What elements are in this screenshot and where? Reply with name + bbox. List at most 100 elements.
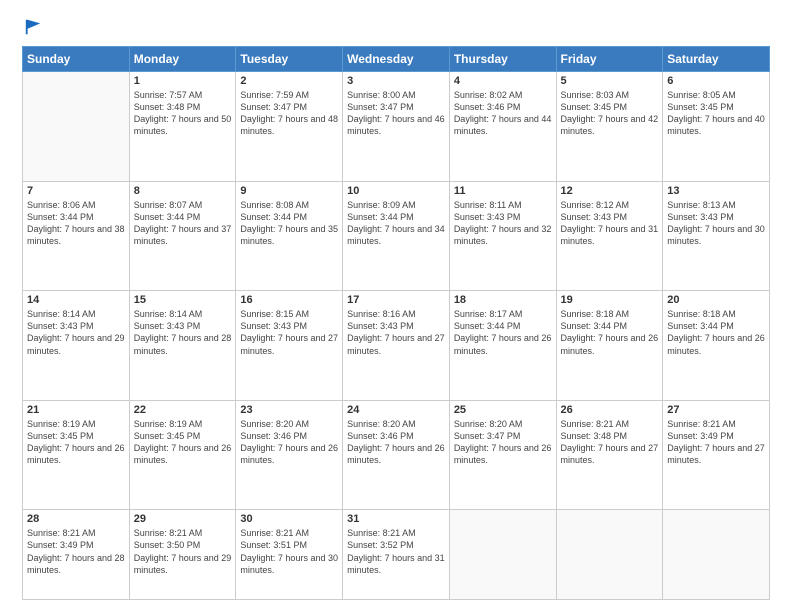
cell-day-number: 30 [240,513,338,525]
cell-sun-info: Sunrise: 8:19 AM Sunset: 3:45 PM Dayligh… [27,418,125,467]
cell-day-number: 14 [27,294,125,306]
cell-sun-info: Sunrise: 8:03 AM Sunset: 3:45 PM Dayligh… [561,89,659,138]
calendar-week-row: 1 Sunrise: 7:57 AM Sunset: 3:48 PM Daylig… [23,72,770,182]
calendar-cell: 16Sunrise: 8:15 AM Sunset: 3:43 PM Dayli… [236,291,343,401]
cell-day-number: 1 [134,75,232,87]
cell-day-number: 3 [347,75,445,87]
calendar-header-monday: Monday [129,47,236,72]
cell-sun-info: Sunrise: 8:14 AM Sunset: 3:43 PM Dayligh… [27,308,125,357]
page: SundayMondayTuesdayWednesdayThursdayFrid… [0,0,792,612]
calendar-week-row: 21 Sunrise: 8:19 AM Sunset: 3:45 PM Dayli… [23,400,770,510]
calendar-cell: 30Sunrise: 8:21 AM Sunset: 3:51 PM Dayli… [236,510,343,600]
calendar-header-wednesday: Wednesday [343,47,450,72]
calendar-cell: 13 Sunrise: 8:13 AM Sunset: 3:43 PM Dayli… [663,181,770,291]
calendar-cell: 1 Sunrise: 7:57 AM Sunset: 3:48 PM Daylig… [129,72,236,182]
calendar-cell: 26 Sunrise: 8:21 AM Sunset: 3:48 PM Dayli… [556,400,663,510]
cell-sun-info: Sunrise: 8:20 AM Sunset: 3:46 PM Dayligh… [240,418,338,467]
calendar-cell: 2 Sunrise: 7:59 AM Sunset: 3:47 PM Daylig… [236,72,343,182]
cell-day-number: 29 [134,513,232,525]
calendar-cell: 29 Sunrise: 8:21 AM Sunset: 3:50 PM Dayli… [129,510,236,600]
cell-day-number: 15 [134,294,232,306]
calendar-cell: 24 Sunrise: 8:20 AM Sunset: 3:46 PM Dayli… [343,400,450,510]
cell-day-number: 20 [667,294,765,306]
cell-sun-info: Sunrise: 8:11 AM Sunset: 3:43 PM Dayligh… [454,199,552,248]
calendar-week-row: 14 Sunrise: 8:14 AM Sunset: 3:43 PM Dayli… [23,291,770,401]
calendar-cell: 9Sunrise: 8:08 AM Sunset: 3:44 PM Daylig… [236,181,343,291]
cell-sun-info: Sunrise: 8:09 AM Sunset: 3:44 PM Dayligh… [347,199,445,248]
cell-sun-info: Sunrise: 8:18 AM Sunset: 3:44 PM Dayligh… [561,308,659,357]
cell-day-number: 8 [134,185,232,197]
cell-day-number: 4 [454,75,552,87]
calendar-header-friday: Friday [556,47,663,72]
cell-sun-info: Sunrise: 8:06 AM Sunset: 3:44 PM Dayligh… [27,199,125,248]
cell-day-number: 19 [561,294,659,306]
cell-day-number: 11 [454,185,552,197]
cell-day-number: 24 [347,404,445,416]
cell-day-number: 21 [27,404,125,416]
cell-day-number: 26 [561,404,659,416]
cell-sun-info: Sunrise: 8:21 AM Sunset: 3:49 PM Dayligh… [667,418,765,467]
cell-sun-info: Sunrise: 7:57 AM Sunset: 3:48 PM Dayligh… [134,89,232,138]
cell-sun-info: Sunrise: 8:02 AM Sunset: 3:46 PM Dayligh… [454,89,552,138]
cell-sun-info: Sunrise: 8:20 AM Sunset: 3:46 PM Dayligh… [347,418,445,467]
cell-sun-info: Sunrise: 7:59 AM Sunset: 3:47 PM Dayligh… [240,89,338,138]
calendar-header-thursday: Thursday [449,47,556,72]
calendar-cell: 21 Sunrise: 8:19 AM Sunset: 3:45 PM Dayli… [23,400,130,510]
calendar-cell: 31 Sunrise: 8:21 AM Sunset: 3:52 PM Dayli… [343,510,450,600]
calendar-cell: 7 Sunrise: 8:06 AM Sunset: 3:44 PM Daylig… [23,181,130,291]
cell-sun-info: Sunrise: 8:13 AM Sunset: 3:43 PM Dayligh… [667,199,765,248]
calendar-cell: 8Sunrise: 8:07 AM Sunset: 3:44 PM Daylig… [129,181,236,291]
cell-day-number: 7 [27,185,125,197]
cell-day-number: 25 [454,404,552,416]
calendar-cell: 4 Sunrise: 8:02 AM Sunset: 3:46 PM Daylig… [449,72,556,182]
cell-sun-info: Sunrise: 8:21 AM Sunset: 3:49 PM Dayligh… [27,527,125,576]
calendar-cell: 22 Sunrise: 8:19 AM Sunset: 3:45 PM Dayli… [129,400,236,510]
cell-sun-info: Sunrise: 8:05 AM Sunset: 3:45 PM Dayligh… [667,89,765,138]
cell-day-number: 13 [667,185,765,197]
calendar-cell: 6 Sunrise: 8:05 AM Sunset: 3:45 PM Daylig… [663,72,770,182]
cell-day-number: 18 [454,294,552,306]
calendar-cell: 28 Sunrise: 8:21 AM Sunset: 3:49 PM Dayli… [23,510,130,600]
cell-day-number: 22 [134,404,232,416]
cell-day-number: 6 [667,75,765,87]
calendar-header-sunday: Sunday [23,47,130,72]
cell-sun-info: Sunrise: 8:12 AM Sunset: 3:43 PM Dayligh… [561,199,659,248]
calendar-cell: 25 Sunrise: 8:20 AM Sunset: 3:47 PM Dayli… [449,400,556,510]
cell-day-number: 10 [347,185,445,197]
logo [22,18,42,36]
calendar-cell: 17Sunrise: 8:16 AM Sunset: 3:43 PM Dayli… [343,291,450,401]
header [22,18,770,36]
calendar-header-row: SundayMondayTuesdayWednesdayThursdayFrid… [23,47,770,72]
calendar-cell [556,510,663,600]
cell-sun-info: Sunrise: 8:00 AM Sunset: 3:47 PM Dayligh… [347,89,445,138]
cell-day-number: 12 [561,185,659,197]
cell-sun-info: Sunrise: 8:08 AM Sunset: 3:44 PM Dayligh… [240,199,338,248]
calendar-cell: 20Sunrise: 8:18 AM Sunset: 3:44 PM Dayli… [663,291,770,401]
cell-day-number: 16 [240,294,338,306]
calendar-cell: 18Sunrise: 8:17 AM Sunset: 3:44 PM Dayli… [449,291,556,401]
cell-sun-info: Sunrise: 8:19 AM Sunset: 3:45 PM Dayligh… [134,418,232,467]
cell-sun-info: Sunrise: 8:20 AM Sunset: 3:47 PM Dayligh… [454,418,552,467]
calendar-week-row: 7 Sunrise: 8:06 AM Sunset: 3:44 PM Daylig… [23,181,770,291]
cell-sun-info: Sunrise: 8:21 AM Sunset: 3:48 PM Dayligh… [561,418,659,467]
cell-day-number: 27 [667,404,765,416]
cell-sun-info: Sunrise: 8:16 AM Sunset: 3:43 PM Dayligh… [347,308,445,357]
calendar-table: SundayMondayTuesdayWednesdayThursdayFrid… [22,46,770,600]
calendar-header-saturday: Saturday [663,47,770,72]
calendar-header-tuesday: Tuesday [236,47,343,72]
calendar-cell [663,510,770,600]
calendar-cell [23,72,130,182]
cell-sun-info: Sunrise: 8:21 AM Sunset: 3:50 PM Dayligh… [134,527,232,576]
calendar-cell: 27 Sunrise: 8:21 AM Sunset: 3:49 PM Dayli… [663,400,770,510]
calendar-week-row: 28 Sunrise: 8:21 AM Sunset: 3:49 PM Dayli… [23,510,770,600]
cell-sun-info: Sunrise: 8:21 AM Sunset: 3:52 PM Dayligh… [347,527,445,576]
calendar-cell: 23Sunrise: 8:20 AM Sunset: 3:46 PM Dayli… [236,400,343,510]
cell-day-number: 28 [27,513,125,525]
cell-day-number: 2 [240,75,338,87]
calendar-cell: 11 Sunrise: 8:11 AM Sunset: 3:43 PM Dayli… [449,181,556,291]
calendar-cell: 10 Sunrise: 8:09 AM Sunset: 3:44 PM Dayli… [343,181,450,291]
calendar-cell [449,510,556,600]
calendar-cell: 3 Sunrise: 8:00 AM Sunset: 3:47 PM Daylig… [343,72,450,182]
cell-day-number: 31 [347,513,445,525]
cell-day-number: 5 [561,75,659,87]
